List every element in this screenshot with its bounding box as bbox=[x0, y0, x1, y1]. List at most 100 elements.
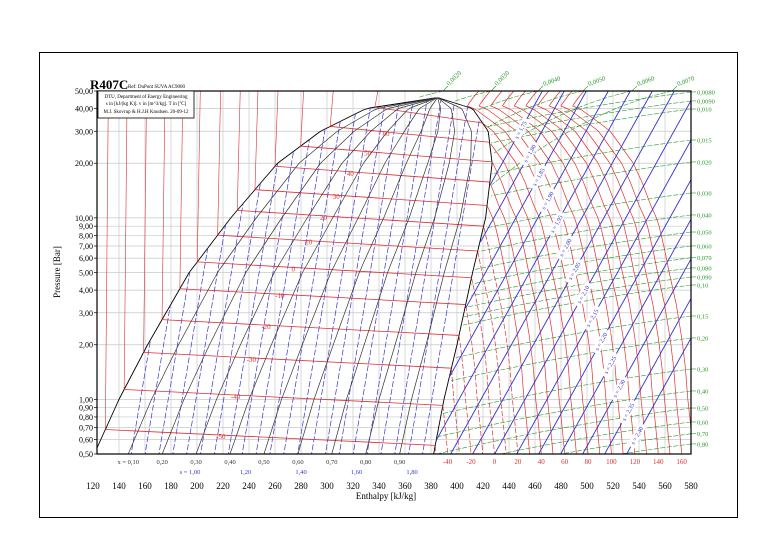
isotherm-two-phase bbox=[124, 389, 443, 406]
isotherm-bottom-label: 160 bbox=[676, 458, 687, 466]
x-tick-label: 520 bbox=[606, 481, 620, 491]
specific-volume-line bbox=[435, 407, 691, 454]
volume-label: 0,10 bbox=[697, 283, 708, 290]
entropy-line-two-phase bbox=[213, 98, 279, 454]
y-tick-label: 6,00 bbox=[79, 254, 93, 263]
isotherm-label: -10 bbox=[275, 292, 285, 300]
volume-tick bbox=[490, 85, 497, 92]
x-tick-label: 280 bbox=[294, 481, 308, 491]
quality-line bbox=[161, 97, 436, 454]
isotherm-label: -50 bbox=[216, 433, 226, 441]
volume-top-label: 0,0050 bbox=[587, 75, 606, 88]
isotherm-two-phase bbox=[330, 126, 490, 143]
isotherm-label: 50 bbox=[364, 150, 372, 158]
entropy-line-two-phase bbox=[199, 98, 265, 454]
isotherm-liquid bbox=[105, 91, 109, 430]
entropy-line-two-phase bbox=[366, 98, 431, 454]
chart-title: R407C bbox=[90, 77, 128, 92]
volume-label: 0,015 bbox=[697, 137, 712, 144]
volume-label: 0,40 bbox=[697, 388, 708, 395]
isotherm-vapor bbox=[560, 91, 682, 454]
isotherm-liquid bbox=[196, 91, 201, 262]
x-tick-label: 360 bbox=[398, 481, 412, 491]
y-tick-label: 9,00 bbox=[79, 222, 93, 231]
isotherm-vapor bbox=[465, 305, 484, 454]
volume-label: 0,20 bbox=[697, 335, 708, 342]
specific-volume-line bbox=[486, 91, 691, 128]
y-tick-label: 7,00 bbox=[79, 242, 93, 251]
x-tick-label: 420 bbox=[476, 481, 490, 491]
isotherm-liquid bbox=[161, 91, 166, 320]
x-tick-label: 120 bbox=[86, 481, 100, 491]
x-tick-label: 160 bbox=[138, 481, 152, 491]
volume-label: 0,50 bbox=[697, 406, 708, 413]
volume-label: 0,0080 bbox=[697, 89, 715, 96]
y-tick-label: 2,00 bbox=[79, 341, 93, 350]
chart-subtitle: Ref: DuPont SUVA AC9000 bbox=[128, 85, 186, 90]
isotherm-bottom-label: 140 bbox=[653, 458, 664, 466]
volume-label: 0,030 bbox=[697, 190, 712, 197]
quality-label: 0,90 bbox=[394, 459, 405, 466]
isotherm-bottom-label: 100 bbox=[606, 458, 617, 466]
entropy-line-vapor bbox=[582, 258, 691, 454]
y-tick-label: 0,50 bbox=[79, 450, 93, 459]
x-tick-label: 180 bbox=[164, 481, 178, 491]
quality-label: 0,50 bbox=[258, 459, 269, 466]
isotherm-bottom-label: 40 bbox=[538, 458, 546, 466]
isotherm-two-phase bbox=[162, 319, 460, 336]
isotherm-label: 10 bbox=[305, 239, 313, 247]
volume-label: 0,080 bbox=[697, 265, 712, 272]
y-tick-label: 5,00 bbox=[79, 269, 93, 278]
isotherm-label: -30 bbox=[247, 356, 257, 364]
isotherm-bottom-label: 60 bbox=[561, 458, 569, 466]
y-tick-label: 3,00 bbox=[79, 309, 93, 318]
isotherm-label: 20 bbox=[320, 214, 328, 222]
volume-label: 0,090 bbox=[697, 274, 712, 281]
x-tick-label: 320 bbox=[346, 481, 360, 491]
quality-label: 0,20 bbox=[156, 459, 167, 466]
x-tick-label: 200 bbox=[190, 481, 204, 491]
quality-label: 0,30 bbox=[190, 459, 201, 466]
two-phase-region bbox=[105, 98, 492, 454]
volume-label: 0,050 bbox=[697, 230, 712, 237]
isotherm-label: 60 bbox=[382, 130, 390, 138]
volume-label: 0,070 bbox=[697, 255, 712, 262]
entropy-line-two-phase bbox=[255, 98, 320, 454]
volume-top-label: 0,0070 bbox=[676, 75, 695, 88]
y-tick-label: 8,00 bbox=[79, 231, 93, 240]
entropy-label: 1,60 bbox=[351, 469, 362, 476]
isotherm-liquid bbox=[374, 91, 379, 108]
volume-label: 0,0090 bbox=[697, 98, 715, 105]
isotherm-two-phase bbox=[197, 261, 472, 279]
entropy-label: 1,40 bbox=[295, 469, 306, 476]
quality-label: 0,80 bbox=[360, 459, 371, 466]
isotherm-liquid bbox=[274, 91, 279, 167]
pressure-enthalpy-chart: 120 140 160 180 200 220 240 260 280 300 320 340 360 3… bbox=[52, 70, 715, 501]
entropy-line-vapor bbox=[516, 139, 691, 454]
specific-volume-line bbox=[462, 276, 691, 318]
x-tick-label: 540 bbox=[632, 481, 646, 491]
volume-tick bbox=[631, 85, 638, 92]
quality-line bbox=[195, 97, 437, 454]
x-axis-label: Enthalpy [kJ/kg] bbox=[356, 491, 416, 501]
y-axis-label: Pressure [Bar] bbox=[52, 246, 62, 298]
y-tick-label: 0,70 bbox=[79, 423, 93, 432]
isotherm-two-phase bbox=[217, 234, 478, 252]
isotherm-vapor bbox=[525, 91, 647, 454]
volume-top-label: 0,0060 bbox=[636, 75, 655, 88]
x-tick-label: 440 bbox=[502, 481, 516, 491]
entropy-line-two-phase bbox=[157, 98, 223, 454]
volume-top-label: 0,0030 bbox=[493, 70, 511, 88]
x-tick-label: 260 bbox=[268, 481, 282, 491]
volume-top-label: 0,0040 bbox=[542, 75, 561, 88]
isotherm-label: 0 bbox=[291, 265, 295, 273]
info-line: M.J. Skovrup & H.J.H Knudsen. 20-09-12 bbox=[104, 110, 190, 115]
info-line: s in [kJ/(kg K)]. v in [m^3/kg]. T in [º… bbox=[106, 101, 187, 107]
x-tick-label: 140 bbox=[112, 481, 126, 491]
isotherm-bottom-label: 80 bbox=[585, 458, 593, 466]
isotherm-bottom-label: 20 bbox=[514, 458, 522, 466]
isotherm-liquid bbox=[179, 91, 184, 289]
volume-tick bbox=[671, 85, 678, 92]
entropy-label: 1,20 bbox=[240, 469, 251, 476]
x-tick-label: 560 bbox=[658, 481, 672, 491]
